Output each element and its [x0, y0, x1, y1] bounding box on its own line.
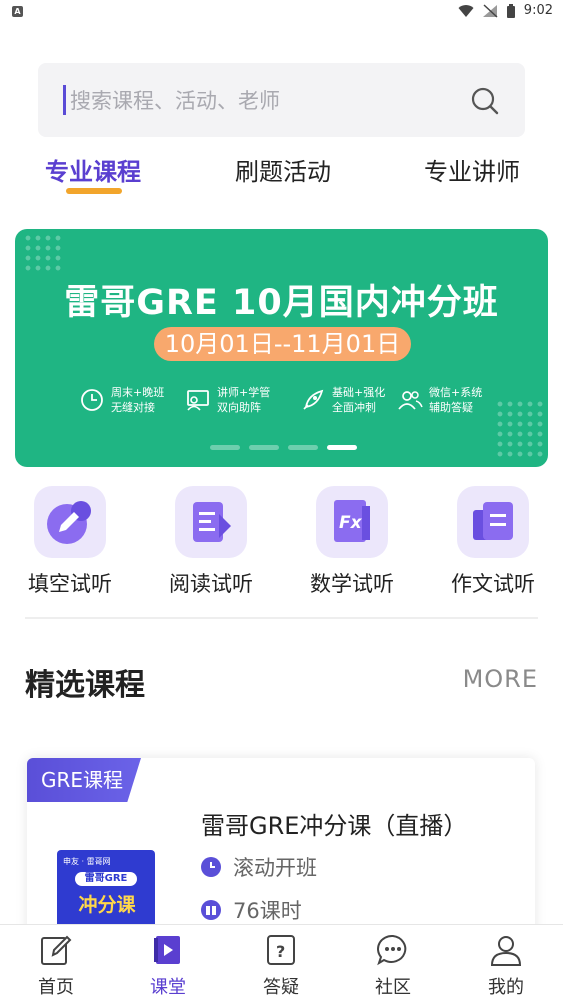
fx-book-icon: Fx	[316, 486, 388, 558]
quick-entry-label: 填空试听	[28, 572, 112, 596]
feature-line: 辅助答疑	[429, 401, 473, 414]
notification-icon: A	[12, 6, 23, 17]
active-tab-indicator	[66, 188, 122, 194]
svg-text:Fx: Fx	[339, 513, 363, 533]
quick-entry-label: 作文试听	[451, 572, 535, 596]
bottom-navigation: 首页 课堂 ? 答疑 社区 我的	[0, 924, 563, 1003]
nav-label: 答疑	[263, 977, 299, 998]
carousel-indicator	[210, 445, 357, 450]
banner-feature: 基础+强化全面冲刺	[300, 385, 385, 415]
nav-classroom[interactable]: 课堂	[112, 925, 224, 1003]
cover-title: 冲分课	[78, 894, 136, 916]
nav-label: 我的	[488, 977, 524, 998]
document-icon	[175, 486, 247, 558]
play-book-icon	[154, 936, 180, 964]
carousel-dot-active[interactable]	[327, 445, 357, 450]
nav-label: 社区	[375, 977, 411, 998]
book-icon	[201, 900, 221, 920]
feature-line: 周末+晚班	[111, 386, 165, 399]
banner-feature: 讲师+学管双向助阵	[185, 385, 270, 415]
nav-label: 首页	[38, 977, 74, 998]
essay-icon	[457, 486, 529, 558]
svg-text:?: ?	[276, 942, 285, 961]
rocket-icon	[303, 389, 324, 410]
section-divider	[25, 617, 538, 619]
section-title: 精选课程	[25, 668, 145, 703]
search-input[interactable]	[68, 81, 452, 121]
quick-entry-label: 数学试听	[310, 572, 394, 596]
cover-brand: 申友 · 雷哥网	[63, 857, 111, 866]
more-link[interactable]: MORE	[463, 665, 538, 693]
course-schedule: 滚动开班	[201, 852, 317, 882]
battery-icon	[506, 3, 515, 18]
tab-practice-activities[interactable]: 刷题活动	[235, 152, 331, 187]
feature-line: 讲师+学管	[217, 386, 271, 399]
carousel-dot[interactable]	[249, 445, 279, 450]
quick-entry-math[interactable]: Fx 数学试听	[297, 486, 407, 598]
course-card[interactable]: GRE课程 申友 · 雷哥网 雷哥GRE 冲分课 雷哥GRE冲分课（直播） 滚动…	[27, 758, 535, 948]
wifi-icon	[458, 4, 474, 17]
question-icon: ?	[267, 935, 295, 965]
search-icon[interactable]	[471, 87, 499, 115]
nav-home[interactable]: 首页	[0, 925, 112, 1003]
status-icons: 9:02	[458, 3, 553, 18]
decor-dots	[23, 233, 63, 273]
nav-label: 课堂	[150, 977, 186, 998]
feature-line: 全面冲刺	[332, 401, 376, 414]
nav-qa[interactable]: ? 答疑	[225, 925, 337, 1003]
banner-feature: 周末+晚班无缝对接	[79, 385, 164, 415]
quick-entry-label: 阅读试听	[169, 572, 253, 596]
feature-line: 双向助阵	[217, 401, 261, 414]
text-cursor	[63, 85, 66, 115]
pencil-square-icon	[41, 935, 72, 965]
carousel-dot[interactable]	[210, 445, 240, 450]
lessons-text: 76课时	[233, 899, 302, 923]
person-icon	[490, 936, 522, 966]
feature-line: 微信+系统	[429, 386, 483, 399]
tab-professional-courses[interactable]: 专业课程	[45, 152, 141, 187]
teacher-icon	[187, 390, 209, 411]
course-tag: GRE课程	[27, 758, 141, 802]
nav-community[interactable]: 社区	[337, 925, 449, 1003]
banner-feature: 微信+系统辅助答疑	[397, 385, 482, 415]
quick-entry-reading[interactable]: 阅读试听	[156, 486, 266, 598]
promo-banner[interactable]: 雷哥GRE 10月国内冲分班 10月01日--11月01日 周末+晚班 无缝对接 …	[15, 229, 548, 467]
course-lessons: 76课时	[201, 895, 302, 925]
clock: 9:02	[523, 3, 553, 18]
quick-entry-fill-blank[interactable]: 填空试听	[15, 486, 125, 598]
carousel-dot[interactable]	[288, 445, 318, 450]
clock-icon	[81, 389, 103, 411]
search-bar[interactable]	[38, 63, 525, 137]
banner-title: 雷哥GRE 10月国内冲分班	[64, 283, 499, 323]
feature-line: 无缝对接	[111, 401, 155, 414]
status-bar: A 9:02	[0, 0, 563, 26]
decor-dots	[495, 399, 545, 459]
banner-date-pill: 10月01日--11月01日	[154, 327, 411, 361]
signal-icon	[482, 3, 498, 18]
course-title: 雷哥GRE冲分课（直播）	[201, 812, 468, 840]
chat-dots-icon	[377, 934, 407, 966]
clock-icon	[201, 857, 221, 877]
schedule-text: 滚动开班	[233, 856, 317, 880]
tab-lecturers[interactable]: 专业讲师	[424, 152, 520, 187]
cover-subtitle: 雷哥GRE	[75, 872, 137, 886]
feature-line: 基础+强化	[332, 386, 386, 399]
quick-entry-writing[interactable]: 作文试听	[438, 486, 548, 598]
category-tabs: 专业课程 刷题活动 专业讲师	[0, 148, 563, 204]
nav-profile[interactable]: 我的	[450, 925, 562, 1003]
users-icon	[398, 391, 423, 410]
pencil-chat-icon	[34, 486, 106, 558]
